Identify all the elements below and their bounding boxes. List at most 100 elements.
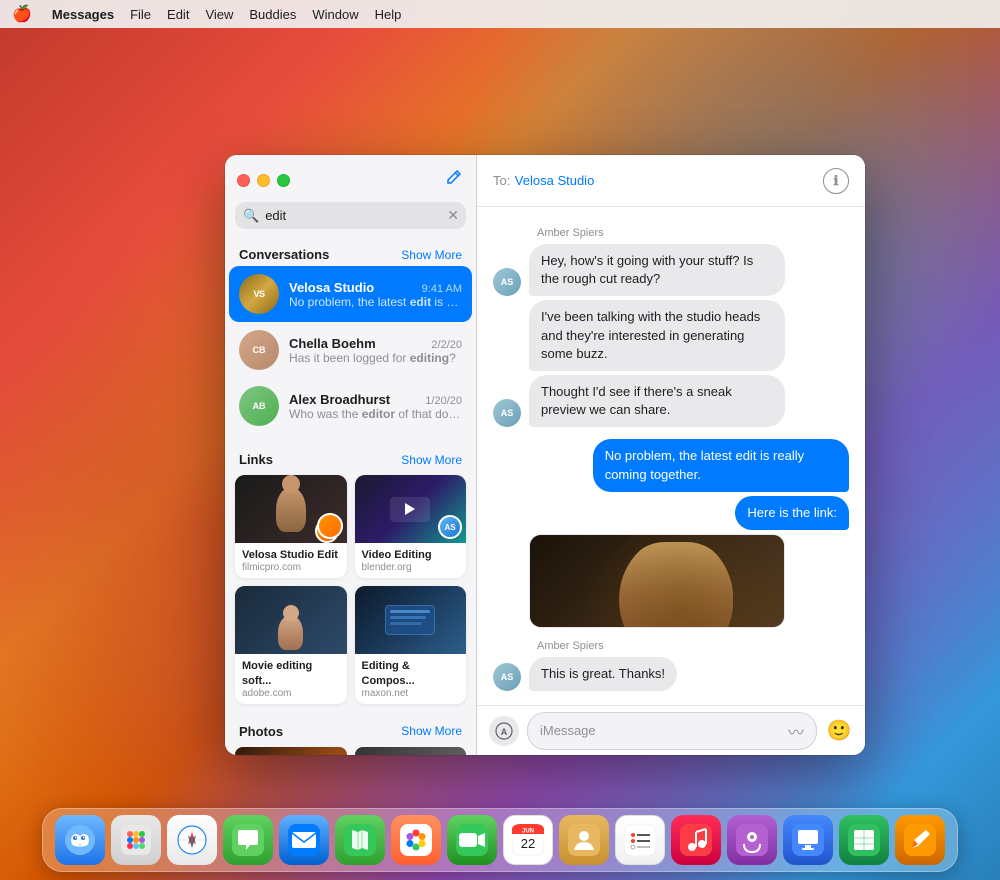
dock-item-photos[interactable] — [391, 815, 441, 865]
links-show-more[interactable]: Show More — [401, 453, 462, 467]
chat-header: To: Velosa Studio ℹ — [477, 155, 865, 207]
app-store-button[interactable]: A — [489, 716, 519, 746]
link-card-velosa[interactable]: Velosa Studio Edit filmicpro.com — [235, 475, 347, 578]
avatar-chella: CB — [239, 330, 279, 370]
photo-thumb-1[interactable]: AS — [235, 747, 347, 755]
dock-item-podcasts[interactable] — [727, 815, 777, 865]
link-domain-editing: maxon.net — [362, 688, 460, 699]
link-domain-movie: adobe.com — [242, 688, 340, 699]
search-input[interactable] — [265, 208, 441, 223]
search-panel: 🔍 ✕ Conversations Show More VS Velosa St… — [225, 155, 477, 755]
maximize-button[interactable] — [277, 174, 290, 187]
imessage-placeholder: iMessage — [540, 723, 596, 738]
link-info-velosa: Velosa Studio Edit filmicpro.com — [235, 543, 347, 578]
message-row-1: AS Hey, how's it going with your stuff? … — [493, 244, 849, 296]
link-title-editing: Editing & Compos... — [362, 659, 460, 688]
conversation-alex[interactable]: AB Alex Broadhurst 1/20/20 Who was the e… — [229, 378, 472, 434]
link-thumb-velosa — [235, 475, 347, 543]
dock-item-mail[interactable] — [279, 815, 329, 865]
svg-text:A: A — [501, 727, 508, 737]
conversation-chella-name: Chella Boehm — [289, 336, 376, 351]
compose-button[interactable] — [446, 169, 464, 192]
link-card-movie[interactable]: Movie editing soft... adobe.com — [235, 586, 347, 704]
link-thumb-video: AS — [355, 475, 467, 543]
avatar-amber-1: AS — [493, 268, 521, 296]
emoji-button[interactable]: 🙂 — [825, 717, 853, 745]
photos-grid: AS ⚫ — [225, 743, 476, 755]
link-title-movie: Movie editing soft... — [242, 659, 340, 688]
link-title-video: Video Editing — [362, 548, 460, 562]
message-row-3: AS Thought I'd see if there's a sneak pr… — [493, 375, 849, 427]
link-preview-card[interactable]: Velosa Studio Edit - V4 filmicpro.com — [529, 534, 785, 628]
message-row-4: No problem, the latest edit is really co… — [493, 439, 849, 491]
apple-menu[interactable]: 🍎 — [12, 4, 32, 24]
message-bubble-1: Hey, how's it going with your stuff? Is … — [529, 244, 785, 296]
chat-recipient-row: To: Velosa Studio — [493, 172, 594, 190]
avatar-amber-3: AS — [493, 663, 521, 691]
dock-item-keynote[interactable] — [783, 815, 833, 865]
menu-bar: 🍎 Messages File Edit View Buddies Window… — [0, 0, 1000, 28]
minimize-button[interactable] — [257, 174, 270, 187]
link-card-video[interactable]: AS Video Editing blender.org — [355, 475, 467, 578]
menu-help[interactable]: Help — [375, 7, 402, 22]
menu-view[interactable]: View — [205, 7, 233, 22]
link-thumb-movie — [235, 586, 347, 654]
close-button[interactable] — [237, 174, 250, 187]
dock-item-facetime[interactable] — [447, 815, 497, 865]
chat-info-button[interactable]: ℹ — [823, 168, 849, 194]
menu-buddies[interactable]: Buddies — [249, 7, 296, 22]
search-bar[interactable]: 🔍 ✕ — [235, 202, 466, 229]
dock-item-numbers[interactable] — [839, 815, 889, 865]
link-domain-video: blender.org — [362, 562, 460, 573]
message-row-6: AS This is great. Thanks! — [493, 657, 849, 691]
window-controls — [225, 155, 476, 202]
message-row-5: Here is the link: — [493, 496, 849, 530]
link-thumb-editing — [355, 586, 467, 654]
menu-edit[interactable]: Edit — [167, 7, 189, 22]
dock-item-reminders[interactable] — [615, 815, 665, 865]
svg-text:22: 22 — [521, 836, 535, 851]
sender-name-amber-final: Amber Spiers — [493, 640, 849, 652]
search-icon: 🔍 — [243, 208, 259, 224]
photo-thumb-2[interactable]: ⚫ — [355, 747, 467, 755]
message-bubble-4: No problem, the latest edit is really co… — [593, 439, 849, 491]
search-clear-button[interactable]: ✕ — [447, 207, 459, 224]
chat-messages-area: Amber Spiers AS Hey, how's it going with… — [477, 207, 865, 705]
dock-item-extra[interactable] — [895, 815, 945, 865]
menu-window[interactable]: Window — [312, 7, 358, 22]
conversations-show-more[interactable]: Show More — [401, 248, 462, 262]
conversations-section-header: Conversations Show More — [225, 239, 476, 266]
conversation-velosa[interactable]: VS Velosa Studio 9:41 AM No problem, the… — [229, 266, 472, 322]
links-label: Links — [239, 452, 273, 467]
chat-to-label: To: — [493, 173, 510, 188]
dock-item-calendar[interactable]: JUN 22 — [503, 815, 553, 865]
conversation-alex-name: Alex Broadhurst — [289, 392, 390, 407]
message-bubble-5: Here is the link: — [735, 496, 849, 530]
message-bubble-2: I've been talking with the studio heads … — [529, 300, 785, 371]
conversation-chella[interactable]: CB Chella Boehm 2/2/20 Has it been logge… — [229, 322, 472, 378]
photos-section-header: Photos Show More — [225, 716, 476, 743]
photos-label: Photos — [239, 724, 283, 739]
dock-item-messages[interactable] — [223, 815, 273, 865]
conversation-velosa-info: Velosa Studio 9:41 AM No problem, the la… — [289, 280, 462, 309]
dock-item-maps[interactable] — [335, 815, 385, 865]
chat-input-bar: A iMessage 〰 🙂 — [477, 705, 865, 755]
link-card-editing[interactable]: Editing & Compos... maxon.net — [355, 586, 467, 704]
photos-show-more[interactable]: Show More — [401, 724, 462, 738]
conversation-alex-info: Alex Broadhurst 1/20/20 Who was the edit… — [289, 392, 462, 421]
conversation-alex-preview: Who was the editor of that docu... — [289, 407, 462, 421]
avatar-velosa: VS — [239, 274, 279, 314]
messages-window: 🔍 ✕ Conversations Show More VS Velosa St… — [225, 155, 865, 755]
message-row-2: I've been talking with the studio heads … — [493, 300, 849, 371]
dock-item-finder[interactable] — [55, 815, 105, 865]
dock-item-contacts[interactable] — [559, 815, 609, 865]
dock-item-safari[interactable] — [167, 815, 217, 865]
menu-file[interactable]: File — [130, 7, 151, 22]
link-preview-image — [530, 535, 784, 628]
menu-messages[interactable]: Messages — [52, 7, 114, 22]
chat-panel: To: Velosa Studio ℹ Amber Spiers AS Hey,… — [477, 155, 865, 755]
dock-item-music[interactable] — [671, 815, 721, 865]
link-info-editing: Editing & Compos... maxon.net — [355, 654, 467, 704]
dock-item-launchpad[interactable] — [111, 815, 161, 865]
imessage-input[interactable]: iMessage 〰 — [527, 712, 817, 750]
